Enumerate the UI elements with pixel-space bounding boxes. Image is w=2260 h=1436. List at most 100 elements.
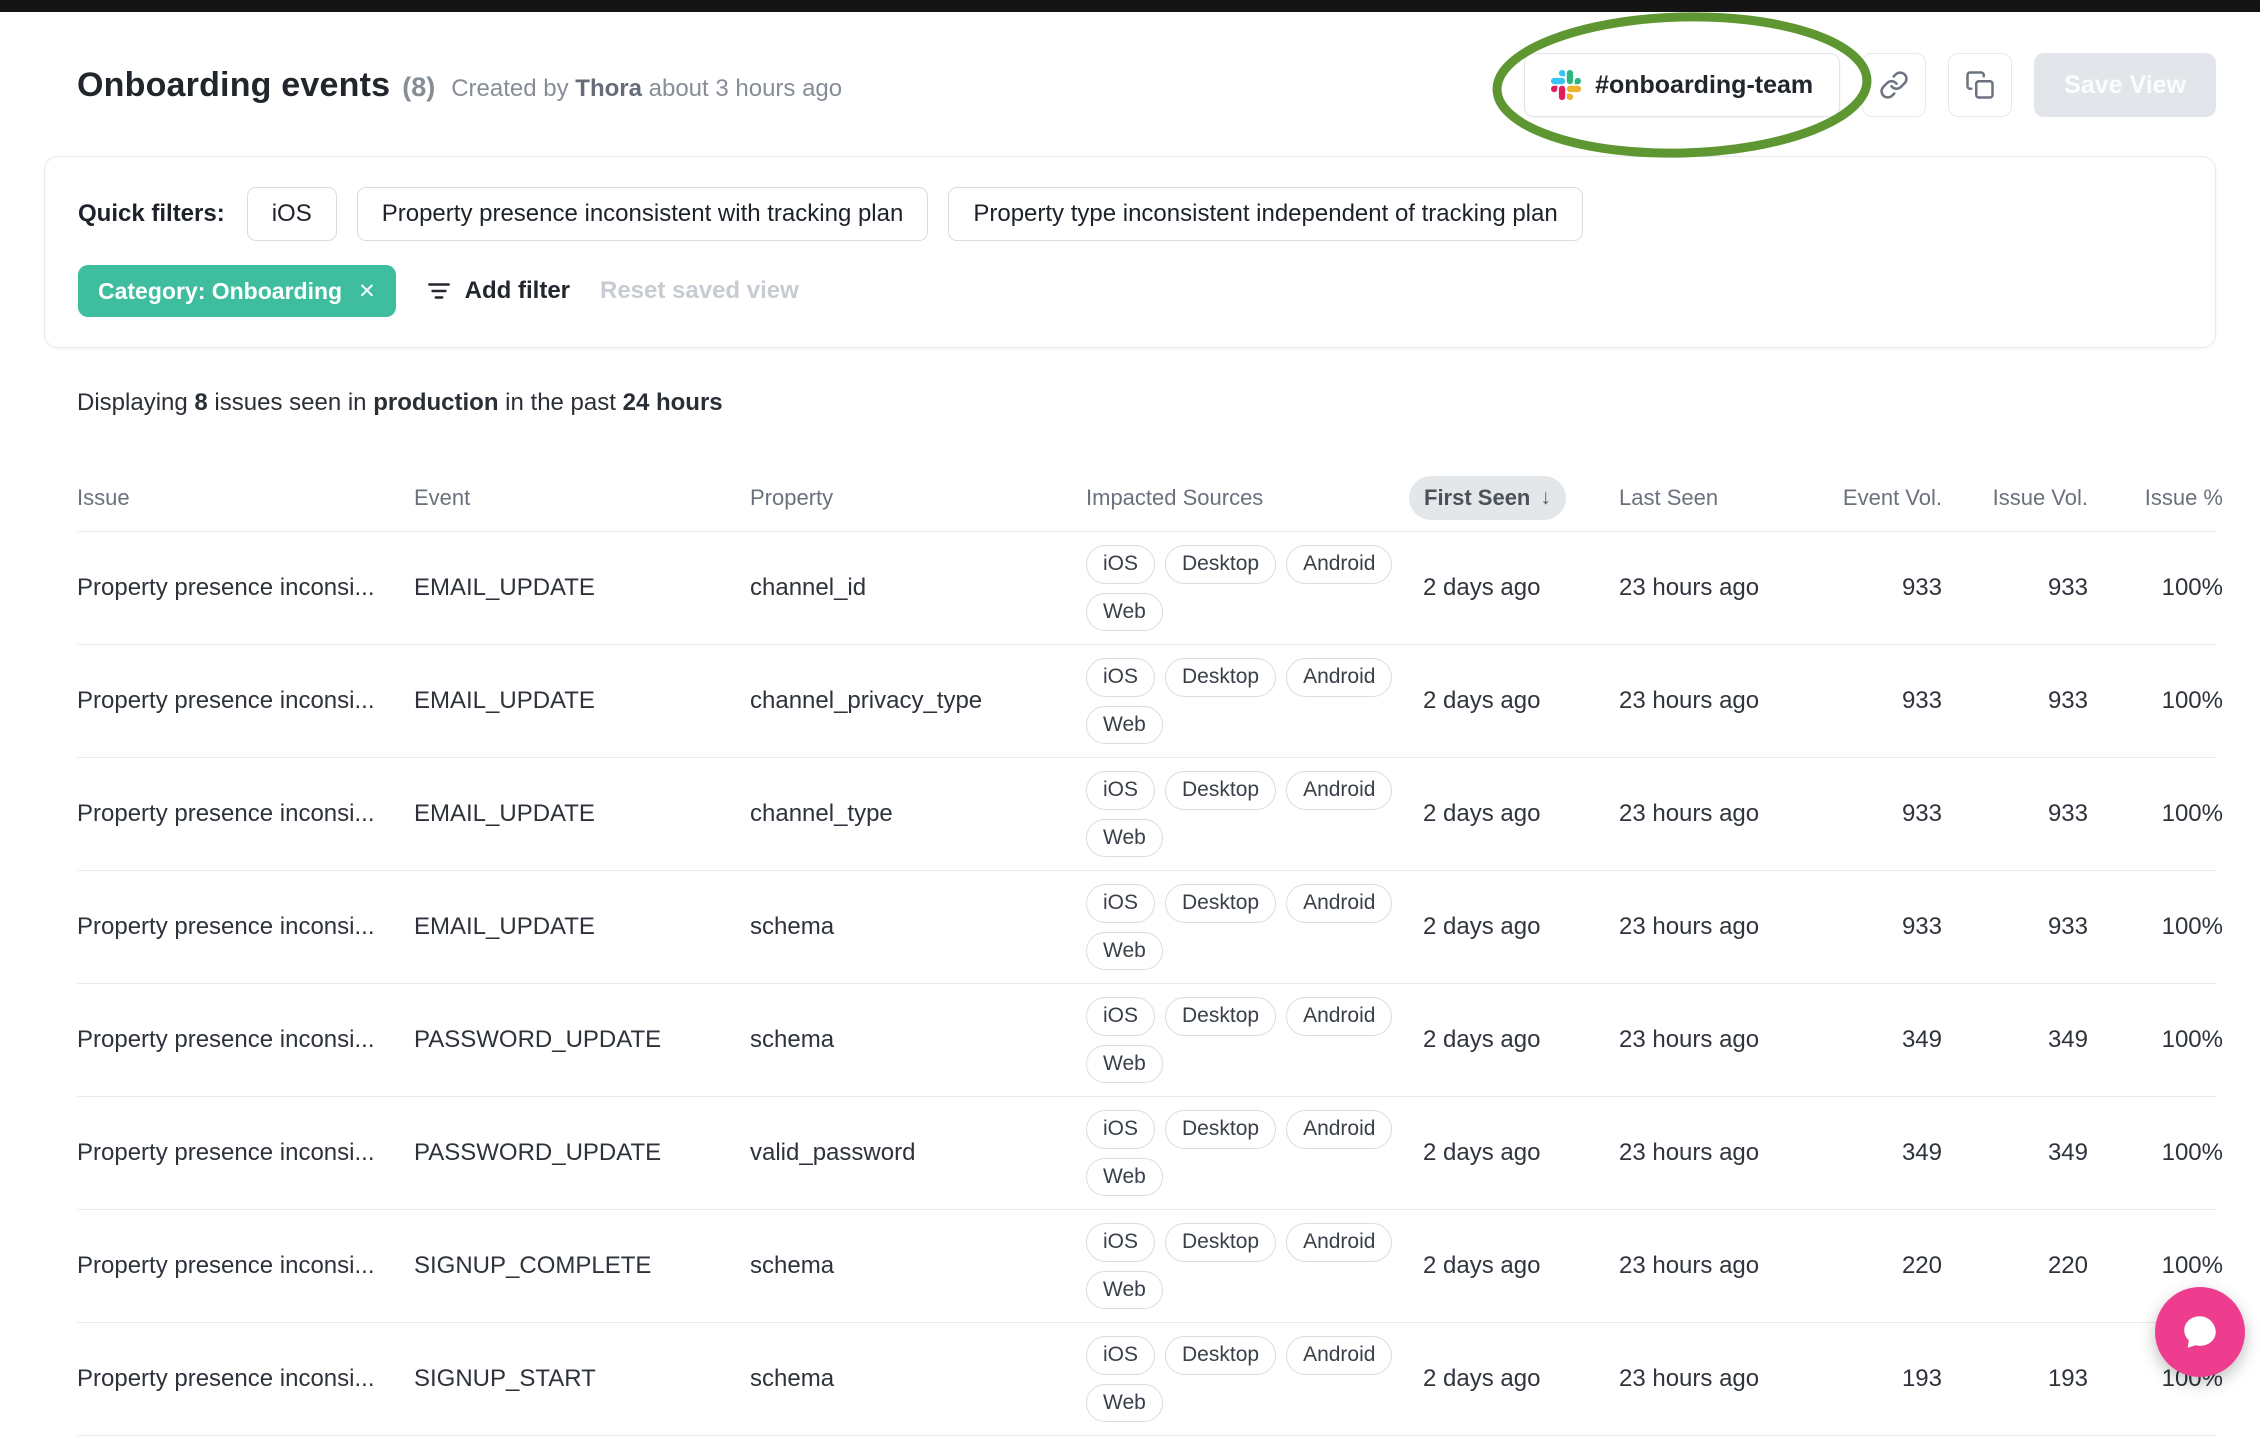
sort-first-seen-button[interactable]: First Seen ↓ <box>1409 475 1566 520</box>
source-pill: Android <box>1286 545 1393 584</box>
source-pill: Android <box>1286 771 1393 810</box>
property-cell: schema <box>750 1252 835 1279</box>
chat-launcher-button[interactable] <box>2155 1287 2245 1377</box>
column-header-last-seen: Last Seen <box>1619 484 1719 510</box>
source-pill: Web <box>1086 931 1163 970</box>
sort-desc-icon: ↓ <box>1540 485 1551 509</box>
column-header-issue: Issue <box>77 484 130 510</box>
column-header-event-vol: Event Vol. <box>1842 484 1942 510</box>
source-pill: Android <box>1286 997 1393 1036</box>
active-filter-label: Category: Onboarding <box>98 277 343 304</box>
table-row[interactable]: Property presence inconsi... EMAIL_UPDAT… <box>77 532 2223 645</box>
page-root: Onboarding events (8) Created by Thora a… <box>0 12 2260 1436</box>
source-pill: Android <box>1286 884 1393 923</box>
remove-filter-icon[interactable]: ✕ <box>358 279 376 304</box>
table-header-row: Issue Event Property Impacted Sources Fi… <box>77 464 2223 532</box>
header-actions: #onboarding-team Save View <box>1492 12 2216 158</box>
reset-saved-view-button[interactable]: Reset saved view <box>600 277 799 305</box>
source-pills: iOS Desktop Android Web <box>1086 1223 1398 1309</box>
source-pill: Web <box>1086 1383 1163 1422</box>
source-pill: Desktop <box>1165 545 1277 584</box>
event-vol-cell: 349 <box>1901 1026 1942 1053</box>
table-row[interactable]: Property presence inconsi... EMAIL_UPDAT… <box>77 758 2223 871</box>
source-pills: iOS Desktop Android Web <box>1086 884 1398 970</box>
source-pill: Desktop <box>1165 1336 1277 1375</box>
source-pills: iOS Desktop Android Web <box>1086 658 1398 744</box>
source-pill: Desktop <box>1165 997 1277 1036</box>
issue-pct-cell: 100% <box>2161 800 2223 827</box>
copy-link-button[interactable] <box>1862 53 1927 117</box>
created-by-prefix: Created by <box>451 74 569 102</box>
property-cell: channel_privacy_type <box>750 687 983 714</box>
source-pill: Web <box>1086 1044 1163 1083</box>
first-seen-cell: 2 days ago <box>1423 574 1541 601</box>
issues-table: Issue Event Property Impacted Sources Fi… <box>44 464 2223 1436</box>
event-vol-cell: 933 <box>1901 687 1942 714</box>
source-pill: Android <box>1286 1223 1393 1262</box>
table-row[interactable]: Property presence inconsi... EMAIL_UPDAT… <box>77 871 2223 984</box>
slack-channel-button[interactable]: #onboarding-team <box>1524 53 1841 117</box>
add-filter-button[interactable]: Add filter <box>426 277 570 305</box>
issue-vol-cell: 349 <box>2047 1026 2088 1053</box>
summary-count: 8 <box>194 389 208 416</box>
duplicate-view-button[interactable] <box>1948 53 2013 117</box>
issue-cell: Property presence inconsi... <box>77 913 375 940</box>
created-by-line: Created by Thora about 3 hours ago <box>451 75 842 103</box>
results-summary: Displaying 8 issues seen in production i… <box>77 388 2216 418</box>
issue-cell: Property presence inconsi... <box>77 687 375 714</box>
created-by-time: about 3 hours ago <box>648 74 843 102</box>
source-pills: iOS Desktop Android Web <box>1086 1336 1398 1422</box>
source-pill: Android <box>1286 658 1393 697</box>
source-pill: Desktop <box>1165 1223 1277 1262</box>
save-view-button[interactable]: Save View <box>2034 53 2216 117</box>
issue-count-badge: (8) <box>402 71 436 102</box>
event-cell: SIGNUP_COMPLETE <box>414 1252 652 1279</box>
table-row[interactable]: Property presence inconsi... EMAIL_UPDAT… <box>77 645 2223 758</box>
property-cell: valid_password <box>750 1139 916 1166</box>
issue-vol-cell: 933 <box>2047 574 2088 601</box>
source-pill: Android <box>1286 1336 1393 1375</box>
issue-vol-cell: 933 <box>2047 800 2088 827</box>
source-pill: iOS <box>1086 1336 1156 1375</box>
issue-pct-cell: 100% <box>2161 687 2223 714</box>
table-row[interactable]: Property presence inconsi... PASSWORD_UP… <box>77 1097 2223 1210</box>
event-vol-cell: 193 <box>1901 1365 1942 1392</box>
quick-filter-chip[interactable]: iOS <box>246 187 337 241</box>
quick-filter-chip[interactable]: Property presence inconsistent with trac… <box>356 187 929 241</box>
event-cell: PASSWORD_UPDATE <box>414 1139 662 1166</box>
slack-icon <box>1551 70 1582 100</box>
source-pill: iOS <box>1086 1110 1156 1149</box>
summary-environment: production <box>373 389 499 416</box>
issue-cell: Property presence inconsi... <box>77 1252 375 1279</box>
slack-button-wrap: #onboarding-team <box>1492 12 1872 158</box>
source-pill: Desktop <box>1165 771 1277 810</box>
source-pill: iOS <box>1086 1223 1156 1262</box>
column-header-issue-vol: Issue Vol. <box>1992 484 2088 510</box>
issue-pct-cell: 100% <box>2161 913 2223 940</box>
summary-mid1: issues seen in <box>214 389 367 416</box>
source-pill: Desktop <box>1165 658 1277 697</box>
source-pill: Web <box>1086 818 1163 857</box>
table-row[interactable]: Property presence inconsi... PASSWORD_UP… <box>77 984 2223 1097</box>
issue-cell: Property presence inconsi... <box>77 1139 375 1166</box>
last-seen-cell: 23 hours ago <box>1619 1252 1760 1279</box>
first-seen-cell: 2 days ago <box>1423 913 1541 940</box>
column-header-impacted-sources: Impacted Sources <box>1086 484 1264 510</box>
copy-icon <box>1966 71 1994 99</box>
issue-vol-cell: 193 <box>2047 1365 2088 1392</box>
property-cell: channel_id <box>750 574 867 601</box>
issue-cell: Property presence inconsi... <box>77 1026 375 1053</box>
last-seen-cell: 23 hours ago <box>1619 913 1760 940</box>
active-filter-pill[interactable]: Category: Onboarding ✕ <box>78 265 396 317</box>
column-header-property: Property <box>750 484 834 510</box>
source-pill: Android <box>1286 1110 1393 1149</box>
source-pill: Desktop <box>1165 1110 1277 1149</box>
source-pill: Web <box>1086 1157 1163 1196</box>
page-header: Onboarding events (8) Created by Thora a… <box>44 12 2216 158</box>
first-seen-label: First Seen <box>1424 484 1531 510</box>
table-row[interactable]: Property presence inconsi... SIGNUP_STAR… <box>77 1323 2223 1436</box>
table-row[interactable]: Property presence inconsi... SIGNUP_COMP… <box>77 1210 2223 1323</box>
quick-filter-chip[interactable]: Property type inconsistent independent o… <box>948 187 1583 241</box>
issue-pct-cell: 100% <box>2161 1139 2223 1166</box>
summary-prefix: Displaying <box>77 389 188 416</box>
